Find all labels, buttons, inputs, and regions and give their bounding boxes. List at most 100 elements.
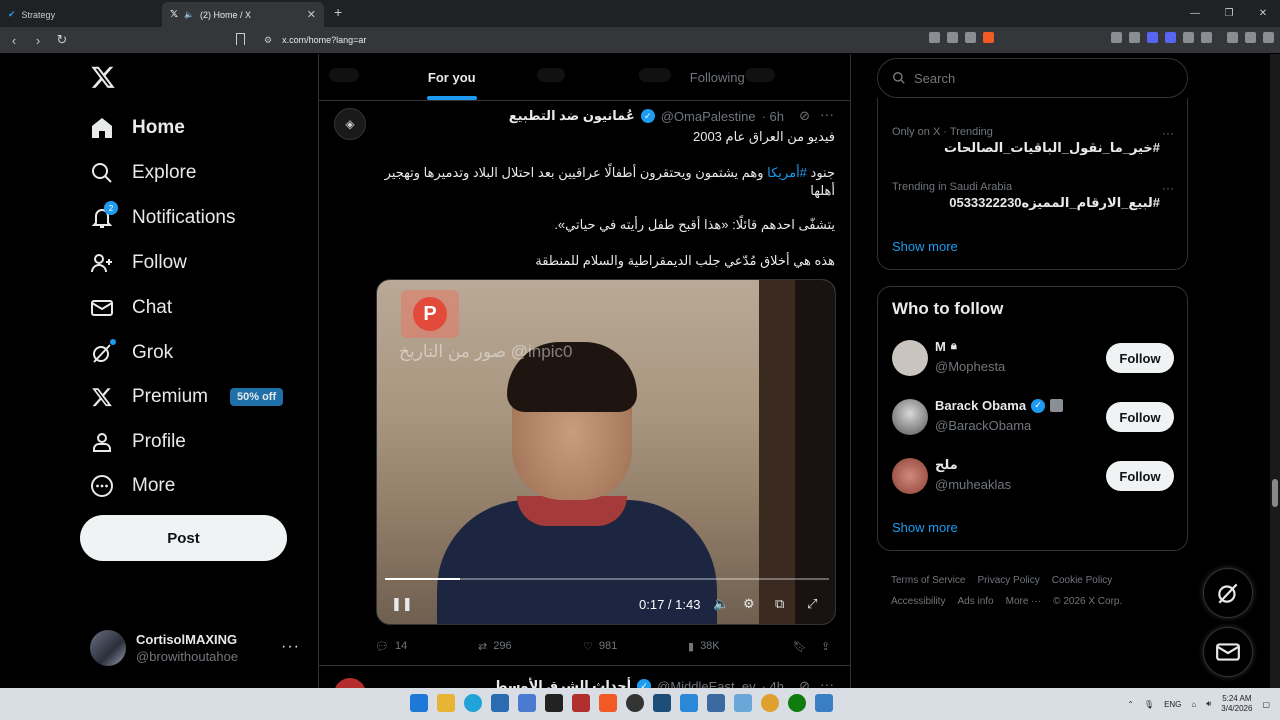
follow-button[interactable]: Follow: [1106, 402, 1174, 432]
more-dots-icon[interactable]: ···: [1162, 181, 1174, 195]
tweet-author-name[interactable]: أحداث الشرق الأوسط: [494, 678, 631, 688]
hashtag-link[interactable]: #أمريكا: [767, 165, 807, 180]
browser-tab-active[interactable]: 𝕏 🔈 (2) Home / X ✕: [162, 2, 324, 27]
footer-link[interactable]: Accessibility: [891, 596, 945, 607]
tweet-time[interactable]: · 6h: [762, 109, 784, 124]
extension-icon[interactable]: [1147, 32, 1158, 43]
tweet-handle[interactable]: @OmaPalestine: [661, 109, 756, 124]
app-icon[interactable]: [518, 694, 536, 712]
video-progress-bar[interactable]: [385, 578, 829, 580]
brave-shield-icon[interactable]: [983, 32, 994, 43]
sidebar-icon[interactable]: [1245, 32, 1256, 43]
nav-notifications[interactable]: 2 Notifications: [88, 198, 236, 238]
zoom-icon[interactable]: [929, 32, 940, 43]
url-field[interactable]: ⚙ x.com/home?lang=ar: [258, 30, 980, 50]
vscode-icon[interactable]: [680, 694, 698, 712]
avatar[interactable]: [892, 340, 928, 376]
nav-explore[interactable]: Explore: [88, 153, 196, 193]
forward-icon[interactable]: ›: [28, 33, 48, 48]
tweet-avatar[interactable]: [334, 678, 366, 688]
follow-suggestion[interactable]: M 🔒︎ @Mophesta Follow: [892, 337, 1174, 379]
reload-icon[interactable]: ↻: [52, 32, 72, 48]
tweet-author-name[interactable]: عُمانيون ضد التطبيع: [509, 108, 635, 124]
music-icon[interactable]: [1227, 32, 1238, 43]
terminal-icon[interactable]: [545, 694, 563, 712]
store-icon[interactable]: [491, 694, 509, 712]
page-scrollbar[interactable]: [1270, 54, 1280, 688]
footer-link[interactable]: Cookie Policy: [1052, 575, 1113, 586]
restore-icon[interactable]: ❐: [1212, 0, 1246, 27]
footer-link[interactable]: Privacy Policy: [977, 575, 1039, 586]
app-icon[interactable]: [761, 694, 779, 712]
extension-icon[interactable]: [1129, 32, 1140, 43]
trend-item[interactable]: Only on X · Trending #خير_ما_نقول_الباقي…: [892, 126, 1174, 156]
volume-icon[interactable]: 🔊︎: [1206, 699, 1211, 709]
share-icon[interactable]: [965, 32, 976, 43]
messages-fab-button[interactable]: [1203, 627, 1253, 677]
tweet-handle[interactable]: @MiddleEast_ev: [657, 679, 755, 689]
scrollbar-thumb[interactable]: [1272, 479, 1278, 507]
clock[interactable]: 5:24 AM 3/4/2026: [1221, 694, 1252, 714]
windows-start-icon[interactable]: [410, 694, 428, 712]
bookmark-button[interactable]: 🔖︎: [793, 640, 807, 653]
like-button[interactable]: ♡ 981: [583, 640, 617, 653]
follow-button[interactable]: Follow: [1106, 343, 1174, 373]
nav-follow[interactable]: Follow: [88, 243, 187, 283]
volume-icon[interactable]: 🔈: [713, 596, 729, 612]
tab-close-icon[interactable]: ✕: [307, 8, 316, 21]
app-icon[interactable]: [626, 694, 644, 712]
footer-link[interactable]: Terms of Service: [891, 575, 965, 586]
footer-link[interactable]: More ···: [1006, 596, 1042, 607]
tweet[interactable]: أحداث الشرق الأوسط ✓ @MiddleEast_ev · 4h…: [319, 665, 850, 688]
new-tab-icon[interactable]: +: [334, 4, 342, 20]
tweet-avatar[interactable]: ◈: [334, 108, 366, 140]
xbox-icon[interactable]: [788, 694, 806, 712]
video-player[interactable]: P صور من التاريخ @inpic0 ❚❚ 0:17 / 1:43 …: [376, 279, 836, 625]
avatar[interactable]: [892, 399, 928, 435]
network-icon[interactable]: ⌂: [1191, 700, 1196, 709]
nav-profile[interactable]: Profile: [88, 422, 186, 462]
footer-link[interactable]: Ads info: [957, 596, 993, 607]
pause-icon[interactable]: ❚❚: [391, 596, 413, 612]
account-switcher[interactable]: CortisolMAXING @browithoutahoe ···: [90, 628, 310, 668]
puzzle-icon[interactable]: [1183, 32, 1194, 43]
more-dots-icon[interactable]: ···: [820, 106, 834, 122]
grok-fab-button[interactable]: [1203, 568, 1253, 618]
browser-tab[interactable]: ✔ Strategy: [0, 2, 162, 27]
settings-gear-icon[interactable]: ⚙: [743, 596, 755, 612]
sidebar-toggle-icon[interactable]: [1201, 32, 1212, 43]
views-button[interactable]: ▮ 38K: [688, 640, 720, 653]
nav-grok[interactable]: Grok: [88, 333, 173, 373]
trend-item[interactable]: Trending in Saudi Arabia #لبيع_الارقام_ا…: [892, 181, 1174, 211]
reply-button[interactable]: 💬︎ 14: [375, 640, 407, 653]
x-logo-icon[interactable]: [90, 64, 116, 90]
grok-explain-icon[interactable]: ⊘: [799, 678, 810, 688]
menu-icon[interactable]: [1263, 32, 1274, 43]
app-icon[interactable]: [653, 694, 671, 712]
tweet-time[interactable]: · 4h: [762, 679, 784, 689]
tweet[interactable]: ◈ عُمانيون ضد التطبيع ✓ @OmaPalestine · …: [319, 54, 850, 665]
notifications-icon[interactable]: ▢: [1262, 700, 1270, 709]
share-button[interactable]: ⇪: [821, 640, 830, 653]
grok-explain-icon[interactable]: ⊘: [799, 108, 810, 124]
nav-home[interactable]: Home: [88, 108, 185, 148]
more-dots-icon[interactable]: ···: [1162, 126, 1174, 140]
minimize-icon[interactable]: —: [1178, 0, 1212, 27]
avatar[interactable]: [892, 458, 928, 494]
repost-button[interactable]: ⇄ 296: [478, 640, 512, 653]
file-explorer-icon[interactable]: [437, 694, 455, 712]
more-dots-icon[interactable]: ···: [820, 676, 834, 688]
app-icon[interactable]: [707, 694, 725, 712]
nav-premium[interactable]: Premium 50% off: [88, 377, 284, 417]
nav-more[interactable]: More: [88, 466, 175, 506]
edge-icon[interactable]: [464, 694, 482, 712]
app-icon[interactable]: [572, 694, 590, 712]
app-icon[interactable]: [815, 694, 833, 712]
show-more-link[interactable]: Show more: [892, 239, 958, 254]
show-more-link[interactable]: Show more: [892, 520, 958, 535]
nav-chat[interactable]: Chat: [88, 288, 172, 328]
follow-button[interactable]: Follow: [1106, 461, 1174, 491]
brave-icon[interactable]: [599, 694, 617, 712]
follow-suggestion[interactable]: ملح @muheaklas Follow: [892, 455, 1174, 497]
microphone-icon[interactable]: 🎙︎: [1144, 700, 1154, 709]
